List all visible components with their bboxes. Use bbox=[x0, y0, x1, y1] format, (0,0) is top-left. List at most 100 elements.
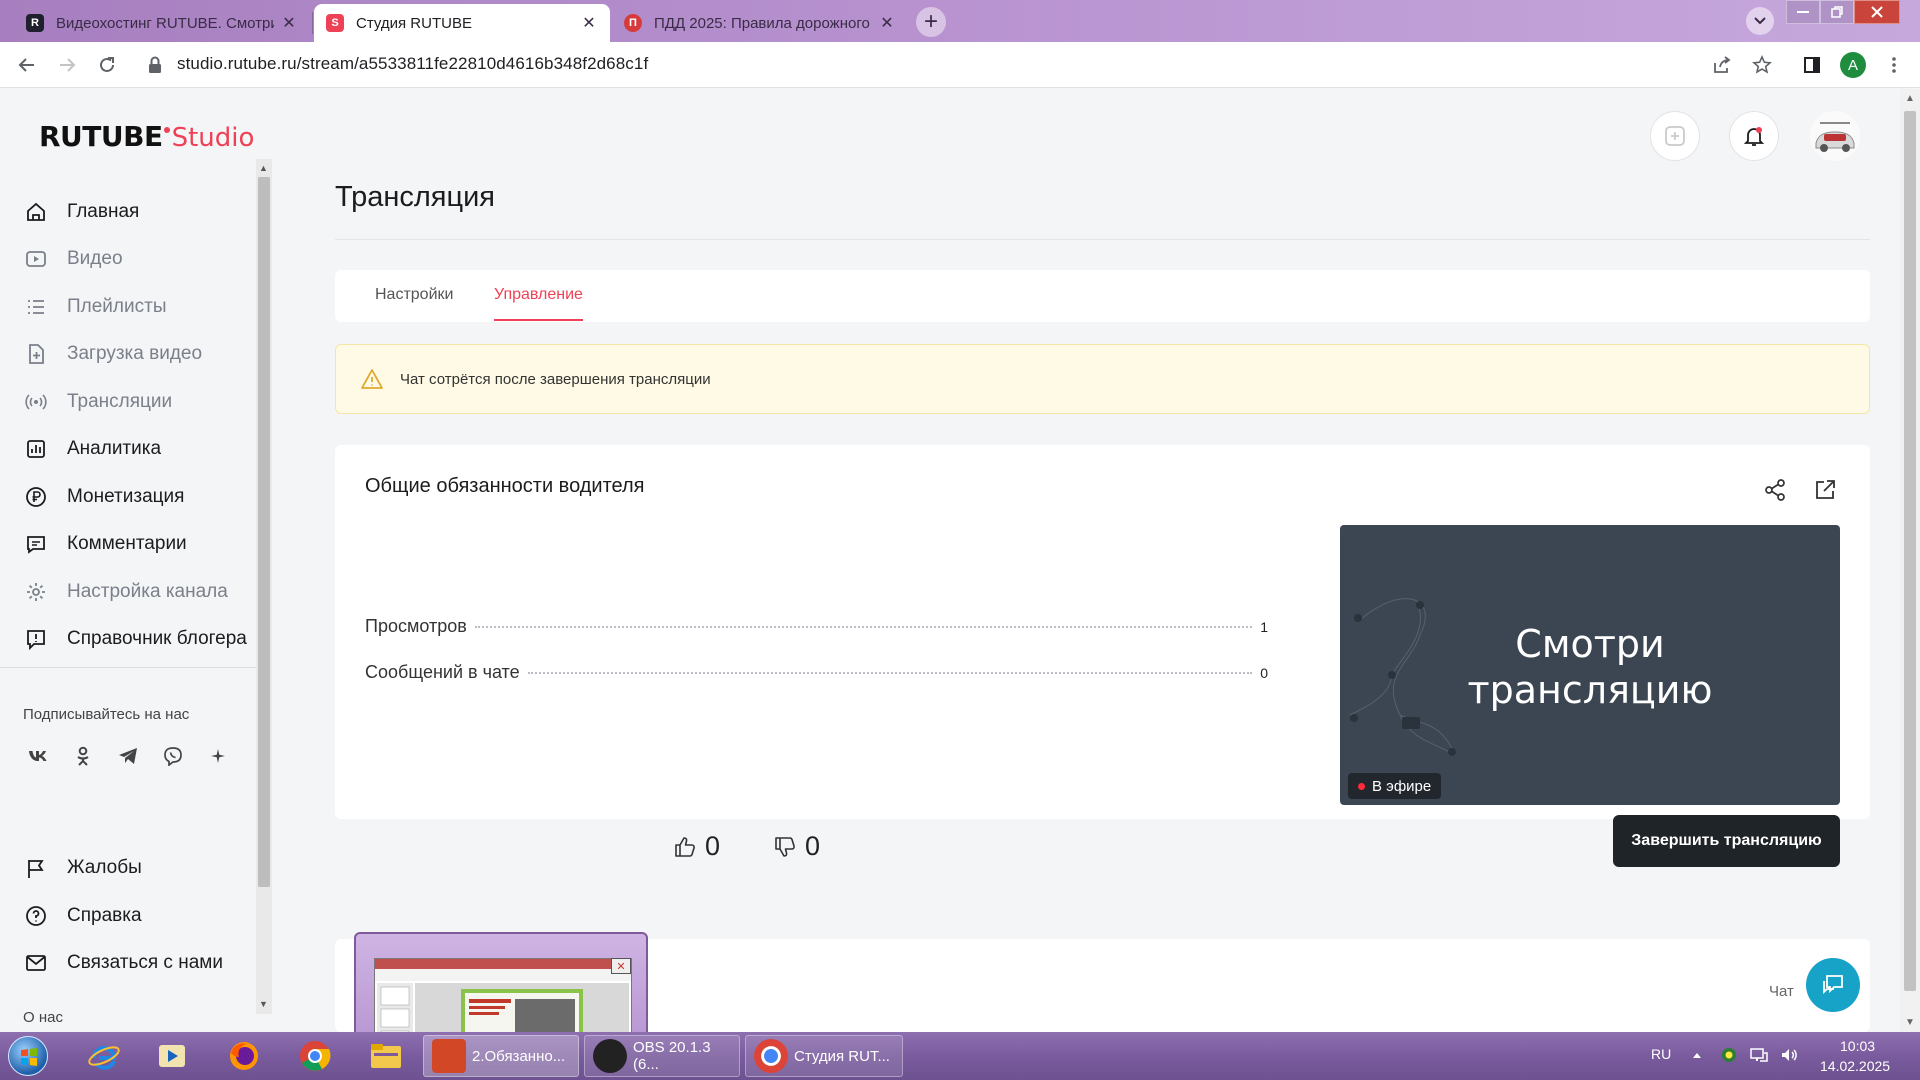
browser-tab-studio[interactable]: S Студия RUTUBE ✕ bbox=[314, 4, 610, 42]
thumbnail-close-icon[interactable]: ✕ bbox=[611, 958, 631, 974]
end-stream-button[interactable]: Завершить трансляцию bbox=[1613, 815, 1840, 867]
vk-icon[interactable] bbox=[23, 741, 53, 771]
scroll-up-arrow-icon[interactable]: ▲ bbox=[1905, 93, 1915, 104]
back-arrow-icon[interactable] bbox=[12, 50, 42, 80]
dislikes-counter[interactable]: 0 bbox=[773, 831, 820, 862]
show-hidden-icons-icon[interactable] bbox=[1688, 1046, 1706, 1064]
lock-icon[interactable] bbox=[148, 56, 162, 74]
new-tab-button[interactable]: + bbox=[916, 7, 946, 37]
sidebar-item-complaints[interactable]: Жалобы bbox=[24, 850, 142, 886]
scroll-down-arrow-icon[interactable]: ▼ bbox=[259, 999, 268, 1009]
sidebar-item-label: Комментарии bbox=[67, 533, 187, 554]
bookmark-star-icon[interactable] bbox=[1748, 51, 1776, 79]
sidebar-scroll-thumb[interactable] bbox=[258, 177, 270, 887]
sidebar-item-playlists[interactable]: Плейлисты bbox=[24, 289, 166, 325]
sidebar-item-comments[interactable]: Комментарии bbox=[24, 526, 187, 562]
close-tab-icon[interactable]: ✕ bbox=[580, 13, 598, 33]
taskbar-task-obs[interactable]: OBS 20.1.3 (6... bbox=[584, 1035, 740, 1077]
notifications-bell-icon[interactable] bbox=[1729, 111, 1779, 161]
restore-window-icon[interactable] bbox=[1820, 0, 1854, 24]
viber-icon[interactable] bbox=[158, 741, 188, 771]
address-bar-url[interactable]: studio.rutube.ru/stream/a5533811fe22810d… bbox=[177, 54, 648, 74]
page-scroll-thumb[interactable] bbox=[1904, 111, 1916, 991]
taskbar-task-chrome[interactable]: Студия RUT... bbox=[745, 1035, 903, 1077]
close-tab-icon[interactable]: ✕ bbox=[280, 13, 298, 33]
sidebar-item-home[interactable]: Главная bbox=[24, 194, 139, 230]
sidebar-scrollbar[interactable]: ▲ ▼ bbox=[256, 159, 272, 1014]
likes-counter[interactable]: 0 bbox=[673, 831, 720, 862]
obs-icon bbox=[593, 1039, 627, 1073]
network-icon[interactable] bbox=[1750, 1046, 1768, 1064]
sidebar-item-channel-settings[interactable]: Настройка канала bbox=[24, 574, 228, 610]
tab-title: Студия RUTUBE bbox=[356, 14, 472, 32]
share-icon[interactable] bbox=[1760, 475, 1790, 505]
taskbar-thumbnail-preview[interactable]: ✕ bbox=[354, 932, 648, 1032]
sidebar-item-label: Монетизация bbox=[67, 486, 185, 507]
close-tab-icon[interactable]: ✕ bbox=[878, 13, 896, 33]
language-indicator[interactable]: RU bbox=[1651, 1046, 1671, 1062]
sidebar-item-label: Загрузка видео bbox=[67, 343, 203, 364]
minimize-window-icon[interactable] bbox=[1786, 0, 1820, 24]
stream-preview[interactable]: Смотри трансляцию В эфире bbox=[1340, 525, 1840, 805]
chat-label: Чат bbox=[1769, 983, 1794, 1000]
sidebar-item-analytics[interactable]: Аналитика bbox=[24, 431, 161, 467]
about-link[interactable]: О нас bbox=[23, 1009, 63, 1026]
browser-tab-rutube[interactable]: R Видеохостинг RUTUBE. Смотрит ✕ bbox=[14, 4, 310, 42]
home-icon bbox=[24, 200, 48, 224]
add-content-button[interactable] bbox=[1650, 111, 1700, 161]
support-chat-button[interactable] bbox=[1806, 958, 1860, 1012]
volume-icon[interactable] bbox=[1780, 1046, 1798, 1064]
rutube-favicon-icon: R bbox=[26, 14, 44, 32]
chrome-icon[interactable] bbox=[295, 1038, 335, 1074]
rutube-studio-logo[interactable]: RUTUBE Studio bbox=[39, 120, 254, 153]
channel-avatar[interactable] bbox=[1810, 111, 1860, 161]
start-button[interactable] bbox=[8, 1036, 48, 1076]
sidebar-item-contact[interactable]: Связаться с нами bbox=[24, 945, 223, 981]
tab-search-chevron-icon[interactable] bbox=[1746, 7, 1774, 35]
sidebar-item-label: Главная bbox=[67, 201, 140, 222]
profile-avatar[interactable]: A bbox=[1840, 52, 1866, 78]
info-icon bbox=[24, 627, 48, 651]
page-scrollbar[interactable]: ▲ ▼ bbox=[1900, 89, 1920, 1032]
tray-app-icon[interactable] bbox=[1720, 1046, 1738, 1064]
stat-chat-messages-row: Сообщений в чате 0 bbox=[365, 662, 1268, 683]
internet-explorer-icon[interactable] bbox=[84, 1038, 124, 1074]
sidebar-item-blogger-guide[interactable]: Справочник блогера bbox=[24, 621, 247, 657]
scroll-down-arrow-icon[interactable]: ▼ bbox=[1905, 1017, 1915, 1028]
stat-label: Просмотров bbox=[365, 616, 467, 636]
clock-time[interactable]: 10:03 bbox=[1840, 1038, 1875, 1054]
sidebar-item-broadcasts[interactable]: Трансляции bbox=[24, 384, 172, 420]
clock-date[interactable]: 14.02.2025 bbox=[1820, 1058, 1890, 1074]
follow-us-label: Подписывайтесь на нас bbox=[23, 706, 190, 723]
sidebar-item-upload[interactable]: Загрузка видео bbox=[24, 336, 202, 372]
preview-caption: Смотри трансляцию bbox=[1340, 621, 1840, 713]
browser-menu-icon[interactable] bbox=[1880, 51, 1908, 79]
forward-arrow-icon[interactable] bbox=[52, 50, 82, 80]
sparkle-icon[interactable] bbox=[203, 741, 233, 771]
gear-icon bbox=[24, 580, 48, 604]
side-panel-icon[interactable] bbox=[1798, 51, 1826, 79]
share-page-icon[interactable] bbox=[1708, 51, 1736, 79]
sidebar-item-video[interactable]: Видео bbox=[24, 241, 123, 277]
open-external-icon[interactable] bbox=[1810, 475, 1840, 505]
tab-management[interactable]: Управление bbox=[494, 286, 583, 321]
rutube-studio-favicon-icon: S bbox=[326, 14, 344, 32]
tab-settings[interactable]: Настройки bbox=[375, 286, 453, 319]
likes-count: 0 bbox=[705, 831, 721, 861]
taskbar-task-powerpoint[interactable]: 2.Обязанно... bbox=[423, 1035, 579, 1077]
analytics-icon bbox=[24, 437, 48, 461]
ok-icon[interactable] bbox=[68, 741, 98, 771]
firefox-icon[interactable] bbox=[224, 1038, 264, 1074]
video-icon bbox=[24, 247, 48, 271]
sidebar-item-help[interactable]: Справка bbox=[24, 898, 142, 934]
media-player-icon[interactable] bbox=[152, 1038, 192, 1074]
telegram-icon[interactable] bbox=[113, 741, 143, 771]
file-explorer-icon[interactable] bbox=[366, 1038, 406, 1074]
scroll-up-arrow-icon[interactable]: ▲ bbox=[259, 163, 268, 173]
browser-tab-pdd[interactable]: П ПДД 2025: Правила дорожного ✕ bbox=[612, 4, 908, 42]
powerpoint-window-thumbnail bbox=[374, 958, 632, 1032]
chat-warning-alert: Чат сотрётся после завершения трансляции bbox=[335, 344, 1870, 414]
sidebar-item-monetization[interactable]: Монетизация bbox=[24, 479, 184, 515]
close-window-icon[interactable] bbox=[1854, 0, 1900, 24]
reload-icon[interactable] bbox=[92, 50, 122, 80]
